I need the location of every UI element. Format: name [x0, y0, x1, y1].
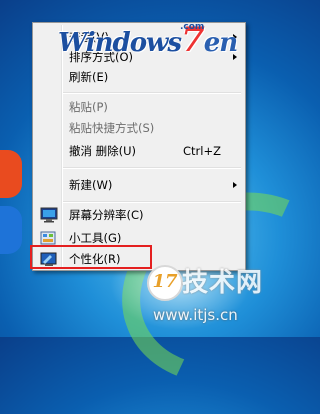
screen-resolution-icon [40, 207, 58, 223]
watermark-windows-text: Windows [58, 28, 182, 58]
menu-separator [63, 201, 241, 203]
windows-flag-logo [0, 150, 22, 260]
menu-separator [63, 167, 241, 169]
watermark-en-text: en [203, 28, 238, 58]
site-logo-name: 技术网 [182, 268, 264, 298]
personalize-highlight-box [30, 245, 152, 269]
windows7en-watermark: Windows7en [58, 20, 238, 60]
menu-item-undo-delete[interactable]: 撤消 删除(U) Ctrl+Z [35, 141, 243, 161]
menu-item-shortcut: Ctrl+Z [183, 144, 221, 158]
menu-item-label: 粘贴(P) [69, 100, 108, 114]
menu-item-paste[interactable]: 粘贴(P) [35, 97, 243, 117]
menu-item-screen-resolution[interactable]: 屏幕分辨率(C) [35, 205, 243, 225]
site-logo-url: www.itjs.cn [153, 306, 238, 324]
menu-item-new[interactable]: 新建(W) [35, 175, 243, 195]
menu-item-refresh[interactable]: 刷新(E) [35, 67, 243, 87]
watermark-com-text: .com [180, 22, 205, 32]
menu-item-paste-shortcut[interactable]: 粘贴快捷方式(S) [35, 118, 243, 138]
menu-item-label: 粘贴快捷方式(S) [69, 121, 155, 135]
menu-item-label: 新建(W) [69, 178, 113, 192]
menu-separator [63, 92, 241, 94]
site-logo-badge: 17 [147, 265, 183, 301]
menu-item-label: 刷新(E) [69, 70, 109, 84]
gadgets-icon [40, 230, 58, 246]
submenu-arrow-icon [233, 182, 237, 188]
menu-item-label: 屏幕分辨率(C) [69, 208, 144, 222]
menu-item-label: 撤消 删除(U) [69, 144, 137, 158]
